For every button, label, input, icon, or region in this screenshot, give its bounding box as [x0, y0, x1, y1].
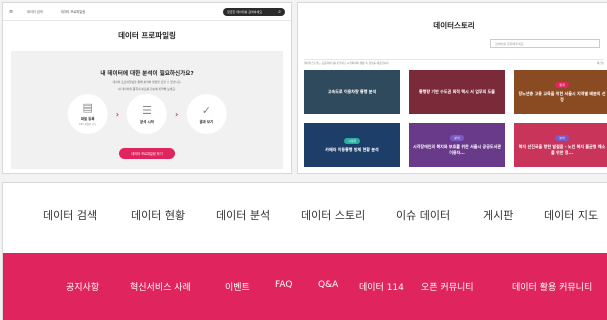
story-tile-title: 복지 선진국을 향한 발걸음 - 노인 복지 불균형 해소를 위한 정...	[518, 144, 606, 155]
step-result: ✓ 결과 보기	[186, 94, 227, 134]
story-tile-title: 카메라 이동통행 방제 현황 분석	[325, 146, 379, 152]
start-profiling-button[interactable]: 데이터 프로파일링 하기	[119, 148, 175, 159]
header-search-input[interactable]: 궁금한 데이터를 검색하세요 ⌕	[223, 7, 285, 16]
main-nav-item[interactable]: 데이터 스토리	[301, 207, 365, 223]
sub-nav-item[interactable]: 데이터 활용 커뮤니티	[512, 280, 592, 293]
story-tag: 시각화	[344, 137, 360, 144]
story-search-input[interactable]: 검색어를 입력해주세요.	[490, 39, 600, 48]
step-label: 파일 등록	[80, 117, 95, 121]
header-search-placeholder: 궁금한 데이터를 검색하세요	[227, 9, 263, 14]
sort-option[interactable]: 최신순	[597, 61, 604, 65]
site-navigation: 데이터 검색 데이터 현황 데이터 분석 데이터 스토리 이슈 데이터 게시판 …	[2, 182, 607, 320]
story-tile-title: 시각장애인의 복지와 보호를 위한 서울시 공공도서관 이용자...	[413, 144, 501, 155]
story-tag: 분석	[450, 135, 464, 142]
story-tile[interactable]: 통계 장노년층 고용 교육을 위한 서울시 지역별 배분의 선정	[514, 70, 607, 114]
story-description: 데이터스토리는 공공데이터를 분석하고 시각화하여 생활 속 정보를 제공합니다…	[304, 62, 390, 65]
step-label: 결과 보기	[199, 119, 214, 124]
sub-nav-item[interactable]: FAQ	[275, 280, 292, 290]
sub-nav-item[interactable]: 공지사항	[66, 280, 99, 293]
document-icon: ☰	[142, 103, 152, 117]
step-upload: ▤ 파일 등록 CSV 파일만 가능	[67, 94, 108, 134]
sub-nav: 공지사항 혁신서비스 사례 이벤트 FAQ Q&A 데이터 114 오픈 커뮤니…	[3, 253, 607, 320]
main-nav: 데이터 검색 데이터 현황 데이터 분석 데이터 스토리 이슈 데이터 게시판 …	[3, 183, 607, 247]
profiling-question: 내 데이터에 대한 분석이 필요하신가요?	[100, 71, 194, 77]
story-tile-title: 장노년층 고용 교육을 위한 서울시 지역별 배분의 선정	[518, 91, 606, 102]
main-nav-item[interactable]: 게시판	[483, 207, 513, 223]
profiling-steps: ▤ 파일 등록 CSV 파일만 가능 › ☰ 분석 시작 › ✓ 결과 보기	[67, 94, 227, 134]
story-tag: 분석	[555, 135, 569, 142]
story-tile[interactable]: 시각화 카메라 이동통행 방제 현황 분석	[304, 123, 400, 167]
story-tile-title: 통행량 기반 수도권 최적 택시 서 업무의 도출	[419, 89, 495, 95]
story-tag: 통계	[555, 82, 569, 89]
story-search-placeholder: 검색어를 입력해주세요.	[495, 41, 525, 46]
story-tile[interactable]: 분석 시각장애인의 복지와 보호를 위한 서울시 공공도서관 이용자...	[409, 123, 505, 167]
profiling-desc-2: 내 데이터의 품질과 분포를 한눈에 파악해 보세요.	[118, 87, 176, 91]
chevron-right-icon: ›	[115, 109, 119, 119]
mini-header: ≡ 데이터 검색 데이터 프로파일링 궁금한 데이터를 검색하세요 ⌕	[3, 3, 291, 21]
page-title: 데이터 프로파일링	[118, 31, 176, 40]
main-nav-item[interactable]: 데이터 현황	[131, 207, 185, 223]
profiling-panel: 내 데이터에 대한 분석이 필요하신가요? 데이터 프로파일링을 통해 분석의 …	[11, 51, 283, 169]
sub-nav-item[interactable]: Q&A	[318, 280, 338, 290]
nav-link-search[interactable]: 데이터 검색	[27, 9, 43, 14]
step-analyze: ☰ 분석 시작	[127, 94, 167, 134]
sub-nav-item[interactable]: 오픈 커뮤니티	[421, 280, 474, 293]
story-tile[interactable]: 분석 복지 선진국을 향한 발걸음 - 노인 복지 불균형 해소를 위한 정..…	[514, 123, 607, 167]
main-nav-item[interactable]: 데이터 검색	[43, 207, 97, 223]
menu-icon[interactable]: ≡	[9, 9, 15, 15]
nav-link-profiling[interactable]: 데이터 프로파일링	[61, 9, 85, 14]
file-icon: ▤	[82, 101, 93, 114]
story-meta: 데이터스토리는 공공데이터를 분석하고 시각화하여 생활 속 정보를 제공합니다…	[304, 61, 604, 65]
main-nav-item[interactable]: 이슈 데이터	[396, 207, 450, 223]
divider	[304, 59, 604, 60]
sub-nav-item[interactable]: 이벤트	[225, 280, 250, 293]
story-tile-title: 고속도로 이용차량 통행 분석	[327, 89, 377, 95]
profiling-desc-1: 데이터 프로파일링을 통해 분석의 방향을 잡을 수 있습니다.	[112, 80, 182, 84]
step-label: 분석 시작	[140, 119, 154, 124]
main-nav-item[interactable]: 데이터 분석	[216, 207, 270, 223]
step-sub: CSV 파일만 가능	[79, 123, 97, 126]
sub-nav-item[interactable]: 혁신서비스 사례	[130, 280, 191, 293]
search-icon[interactable]: ⌕	[278, 9, 281, 15]
sub-nav-item[interactable]: 데이터 114	[359, 280, 404, 293]
story-tile-grid: 고속도로 이용차량 통행 분석 통행량 기반 수도권 최적 택시 서 업무의 도…	[304, 70, 607, 167]
story-tile[interactable]: 통행량 기반 수도권 최적 택시 서 업무의 도출	[409, 70, 505, 114]
story-card: 데이터스토리 검색어를 입력해주세요. 데이터스토리는 공공데이터를 분석하고 …	[297, 2, 607, 174]
chevron-right-icon: ›	[175, 109, 179, 119]
story-tile[interactable]: 고속도로 이용차량 통행 분석	[304, 70, 400, 114]
check-icon: ✓	[201, 103, 211, 117]
story-title: 데이터스토리	[433, 21, 475, 30]
profiling-card: ≡ 데이터 검색 데이터 프로파일링 궁금한 데이터를 검색하세요 ⌕ 데이터 …	[2, 2, 292, 174]
main-nav-item[interactable]: 데이터 지도	[544, 207, 598, 223]
